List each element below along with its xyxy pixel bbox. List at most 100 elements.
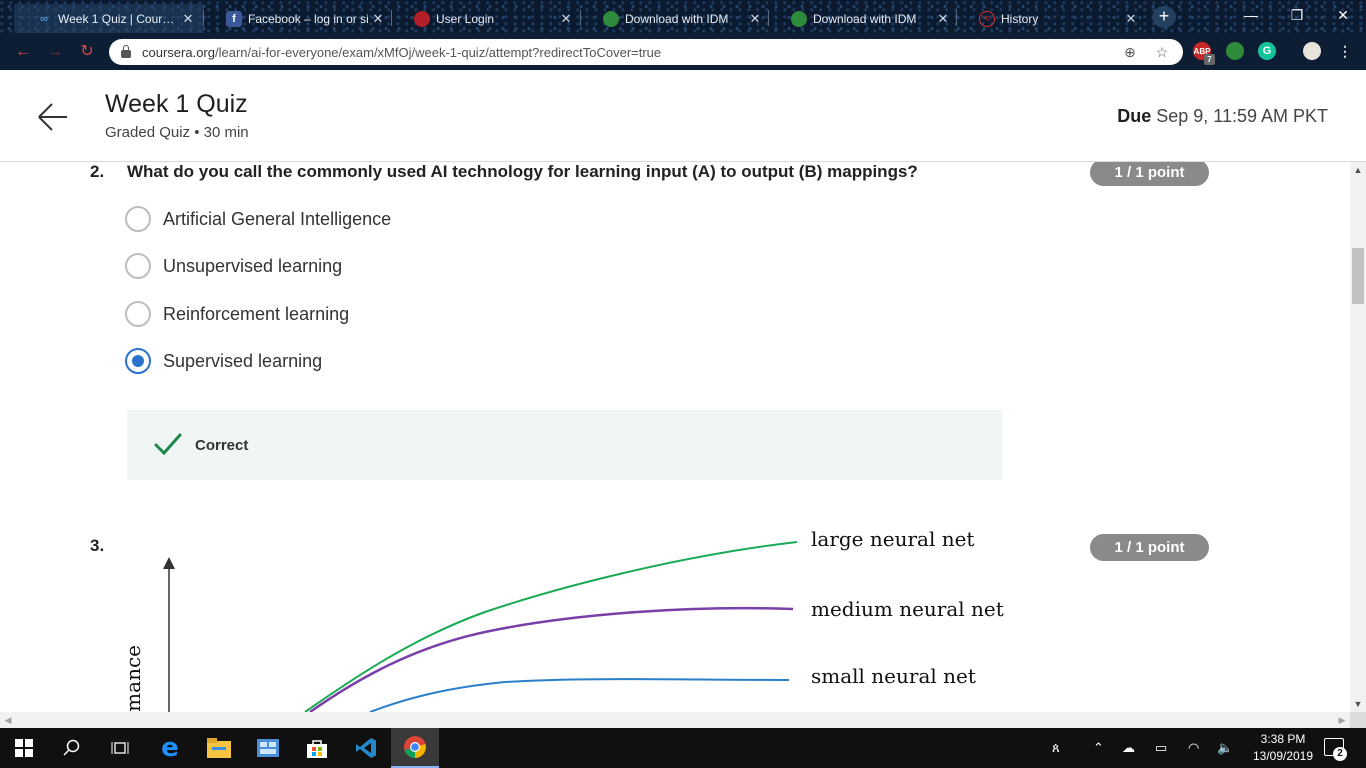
close-icon[interactable]: ✕ xyxy=(180,11,196,27)
tab-title: Week 1 Quiz | Coursera xyxy=(58,11,180,26)
forward-icon[interactable]: → xyxy=(44,41,66,63)
vscode-icon[interactable] xyxy=(342,728,390,768)
menu-dots-icon[interactable]: ⋮ xyxy=(1336,42,1354,60)
scroll-down-icon[interactable]: ▼ xyxy=(1350,696,1366,712)
close-icon[interactable]: ✕ xyxy=(370,11,386,27)
scroll-up-icon[interactable]: ▲ xyxy=(1350,162,1366,178)
control-panel-icon[interactable] xyxy=(244,728,292,768)
minimize-button[interactable]: — xyxy=(1228,0,1274,30)
option-label: Reinforcement learning xyxy=(163,303,350,324)
radio-button-selected[interactable] xyxy=(125,348,151,374)
vertical-scrollbar[interactable]: ▲ ▼ xyxy=(1350,162,1366,712)
windows-start-icon[interactable] xyxy=(0,728,48,768)
coursera-icon: ∞ xyxy=(40,12,48,25)
close-icon[interactable]: ✕ xyxy=(558,11,574,27)
windows-taskbar: e ጰ ⌃ ☁ ▭ ◠ 🔈 3:38 PM 13/09/2019 2 xyxy=(0,728,1366,768)
history-icon: ⟲ xyxy=(979,10,995,27)
idm-extension-icon[interactable] xyxy=(1226,42,1244,60)
lock-icon xyxy=(121,45,131,58)
reload-icon[interactable]: ↻ xyxy=(76,41,98,63)
back-icon[interactable]: ← xyxy=(12,41,34,63)
option-unsupervised-learning[interactable]: Unsupervised learning xyxy=(125,252,342,280)
url-text: coursera.org/learn/ai-for-everyone/exam/… xyxy=(142,45,661,60)
horizontal-scrollbar[interactable]: ◀ ▶ xyxy=(0,712,1350,728)
question-text: What do you call the commonly used AI te… xyxy=(127,162,918,181)
tab-user-login[interactable]: User Login ✕ xyxy=(392,4,582,33)
tab-facebook[interactable]: f Facebook – log in or si ✕ xyxy=(204,4,394,33)
clock-time: 3:38 PM xyxy=(1260,732,1306,746)
adblock-count-badge: 7 xyxy=(1204,54,1215,65)
wifi-icon[interactable]: ◠ xyxy=(1188,740,1199,756)
points-badge: 1 / 1 point xyxy=(1090,162,1209,186)
scrollbar-corner xyxy=(1350,712,1366,728)
option-label: Artificial General Intelligence xyxy=(163,208,392,229)
tab-idm-1[interactable]: Download with IDM ✕ xyxy=(581,4,771,33)
close-window-button[interactable]: ✕ xyxy=(1320,0,1366,30)
idm-icon xyxy=(603,10,619,27)
option-artificial-general-intelligence[interactable]: Artificial General Intelligence xyxy=(125,205,391,233)
file-explorer-icon[interactable] xyxy=(195,728,243,768)
back-arrow-icon[interactable] xyxy=(36,100,70,134)
feedback-correct: Correct xyxy=(127,410,1002,480)
bookmark-star-icon[interactable]: ☆ xyxy=(1153,43,1171,61)
tab-idm-2[interactable]: Download with IDM ✕ xyxy=(769,4,959,33)
graph-svg xyxy=(163,541,798,712)
radio-button[interactable] xyxy=(125,253,151,279)
task-view-icon[interactable] xyxy=(96,728,144,768)
close-icon[interactable]: ✕ xyxy=(1123,11,1139,27)
url-host: coursera.org xyxy=(142,44,215,60)
scroll-right-icon[interactable]: ▶ xyxy=(1334,712,1350,728)
small-neural-net-label: small neural net xyxy=(811,664,976,688)
tab-title: Download with IDM xyxy=(813,11,917,26)
profile-avatar[interactable] xyxy=(1303,42,1321,60)
address-bar[interactable]: coursera.org/learn/ai-for-everyone/exam/… xyxy=(109,39,1183,65)
tab-coursera[interactable]: ∞ Week 1 Quiz | Coursera ✕ xyxy=(14,4,204,33)
y-axis-label: mance xyxy=(121,645,145,712)
points-badge: 1 / 1 point xyxy=(1090,534,1209,561)
volume-icon[interactable]: 🔈 xyxy=(1217,740,1233,756)
browser-tab-strip: ∞ Week 1 Quiz | Coursera ✕ f Facebook – … xyxy=(0,0,1366,33)
system-clock[interactable]: 3:38 PM 13/09/2019 xyxy=(1250,731,1316,765)
feedback-text: Correct xyxy=(195,437,249,454)
option-supervised-learning[interactable]: Supervised learning xyxy=(125,347,322,375)
option-label: Supervised learning xyxy=(163,350,323,371)
zoom-icon[interactable]: ⊕ xyxy=(1121,43,1139,61)
close-icon[interactable]: ✕ xyxy=(747,11,763,27)
vertical-scroll-thumb[interactable] xyxy=(1352,248,1364,304)
performance-graph: mance large neural net medium neural net… xyxy=(121,527,1025,712)
scroll-left-icon[interactable]: ◀ xyxy=(0,712,16,728)
radio-button[interactable] xyxy=(125,206,151,232)
browser-toolbar: ← → ↻ coursera.org/learn/ai-for-everyone… xyxy=(0,33,1366,70)
page-title: Week 1 Quiz xyxy=(105,90,248,118)
clock-date: 13/09/2019 xyxy=(1252,749,1314,763)
large-neural-net-curve xyxy=(304,541,798,712)
close-icon[interactable]: ✕ xyxy=(935,11,951,27)
large-neural-net-label: large neural net xyxy=(811,527,975,551)
search-icon[interactable] xyxy=(48,728,96,768)
maximize-button[interactable]: ❐ xyxy=(1274,0,1320,30)
question-number: 3. xyxy=(90,536,105,555)
store-icon[interactable] xyxy=(293,728,341,768)
edge-icon[interactable]: e xyxy=(146,728,194,768)
quiz-content: 2. What do you call the commonly used AI… xyxy=(0,162,1350,712)
new-tab-button[interactable]: + xyxy=(1152,6,1176,28)
tab-history[interactable]: ⟲ History ✕ xyxy=(957,4,1147,33)
medium-neural-net-curve xyxy=(309,606,794,712)
y-axis-arrow xyxy=(163,557,175,569)
notification-count: 2 xyxy=(1333,747,1347,761)
grammarly-icon[interactable]: G xyxy=(1258,42,1276,60)
tab-title: User Login xyxy=(436,11,495,26)
option-reinforcement-learning[interactable]: Reinforcement learning xyxy=(125,300,349,328)
radio-button[interactable] xyxy=(125,301,151,327)
chevron-up-icon[interactable]: ⌃ xyxy=(1093,740,1104,756)
battery-icon[interactable]: ▭ xyxy=(1155,740,1167,756)
onedrive-icon[interactable]: ☁ xyxy=(1122,740,1135,756)
medium-neural-net-label: medium neural net xyxy=(811,597,1004,621)
tab-title: History xyxy=(1001,11,1039,26)
due-value: Sep 9, 11:59 AM PKT xyxy=(1156,106,1328,126)
facebook-icon: f xyxy=(226,10,242,27)
chrome-icon[interactable] xyxy=(391,728,439,768)
check-icon xyxy=(154,433,182,455)
url-path: /learn/ai-for-everyone/exam/xMfOj/week-1… xyxy=(214,44,662,60)
people-icon[interactable]: ጰ xyxy=(1052,740,1060,756)
